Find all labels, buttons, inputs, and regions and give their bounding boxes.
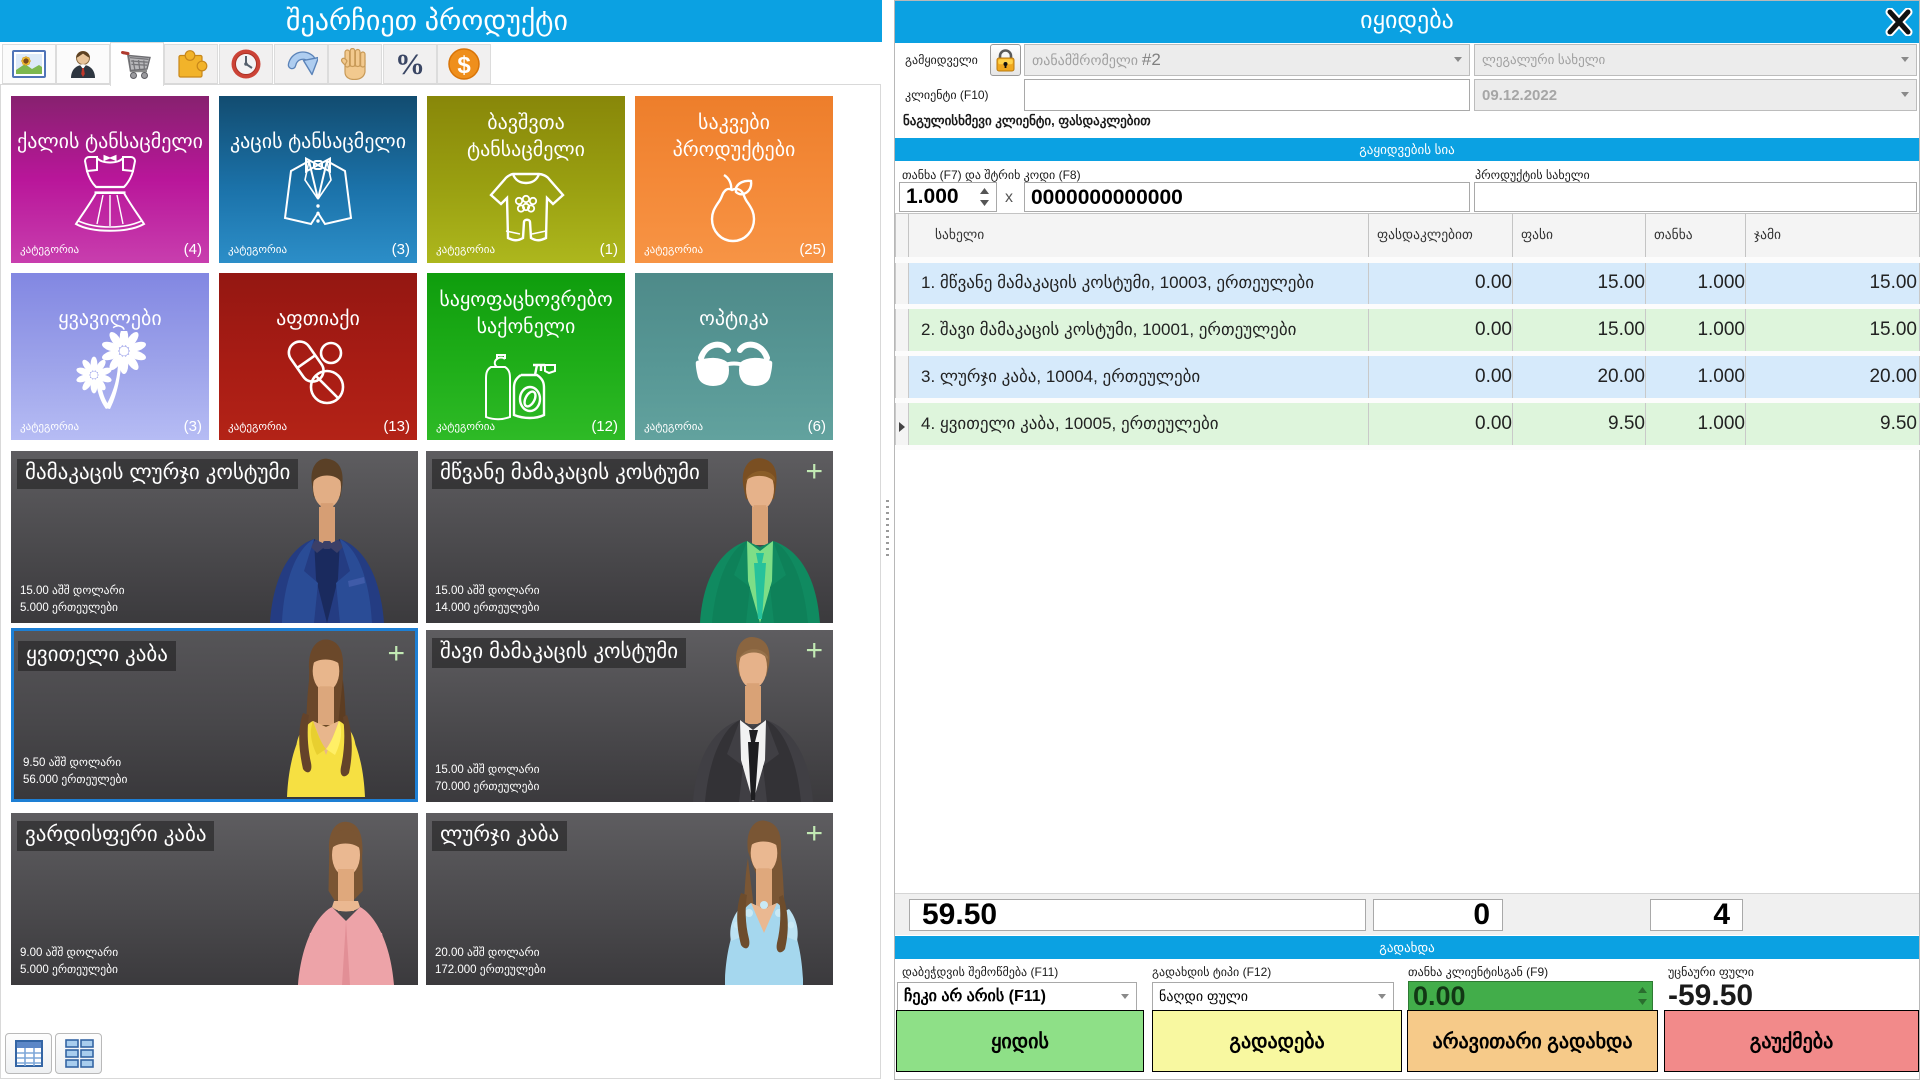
svg-text:%: % — [395, 48, 425, 80]
svg-text:$: $ — [457, 52, 471, 79]
